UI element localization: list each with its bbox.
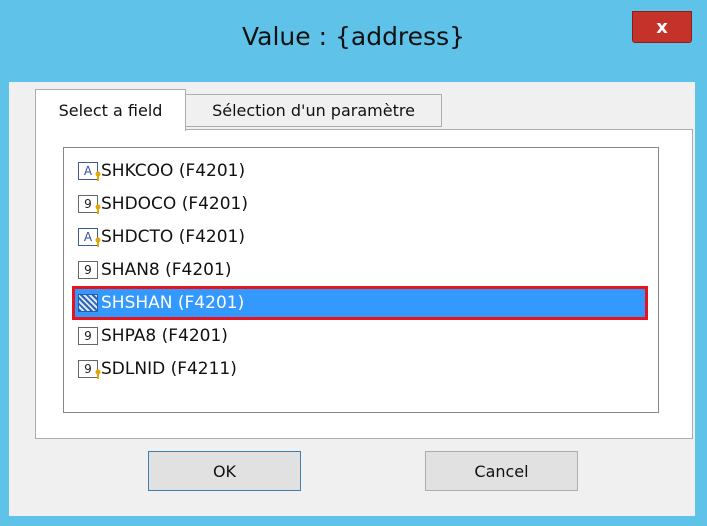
tab-select-a-field[interactable]: Select a field bbox=[35, 89, 186, 131]
field-label: SDLNID (F4211) bbox=[101, 359, 237, 379]
numeric-key-field-icon: 9 bbox=[78, 195, 101, 214]
list-item[interactable]: 9 SDLNID (F4211) bbox=[74, 354, 646, 384]
text-key-field-icon: A bbox=[78, 228, 101, 247]
field-label: SHDCTO (F4201) bbox=[101, 227, 246, 247]
list-item[interactable]: 9 SHPA8 (F4201) bbox=[74, 321, 646, 351]
text-key-field-icon: A bbox=[78, 162, 101, 181]
field-label: SHSHAN (F4201) bbox=[101, 293, 245, 313]
cancel-button[interactable]: Cancel bbox=[425, 451, 578, 491]
field-list[interactable]: A SHKCOO (F4201) 9 SHDOCO (F4201) A SHDC… bbox=[63, 147, 659, 413]
tab-selection-parametre[interactable]: Sélection d'un paramètre bbox=[185, 94, 442, 127]
numeric-field-icon: 9 bbox=[78, 261, 98, 279]
list-item[interactable]: A SHKCOO (F4201) bbox=[74, 156, 646, 186]
numeric-key-field-icon: 9 bbox=[78, 360, 101, 379]
numeric-field-icon: 9 bbox=[78, 327, 98, 345]
field-label: SHDOCO (F4201) bbox=[101, 194, 249, 214]
list-item-selected[interactable]: SHSHAN (F4201) bbox=[72, 286, 648, 320]
field-label: SHPA8 (F4201) bbox=[101, 326, 228, 346]
dialog-client-area: Select a field Sélection d'un paramètre … bbox=[9, 82, 695, 516]
field-label: SHKCOO (F4201) bbox=[101, 161, 246, 181]
title-bar[interactable]: Value : {address} x bbox=[0, 0, 707, 82]
dialog-window: Value : {address} x Select a field Sélec… bbox=[0, 0, 707, 526]
window-title: Value : {address} bbox=[242, 22, 465, 51]
close-icon: x bbox=[656, 16, 668, 38]
tab-panel: A SHKCOO (F4201) 9 SHDOCO (F4201) A SHDC… bbox=[35, 129, 693, 439]
list-item[interactable]: 9 SHDOCO (F4201) bbox=[74, 189, 646, 219]
pattern-field-icon bbox=[78, 294, 98, 312]
list-item[interactable]: A SHDCTO (F4201) bbox=[74, 222, 646, 252]
list-item[interactable]: 9 SHAN8 (F4201) bbox=[74, 255, 646, 285]
ok-button[interactable]: OK bbox=[148, 451, 301, 491]
field-label: SHAN8 (F4201) bbox=[101, 260, 232, 280]
close-button[interactable]: x bbox=[632, 11, 692, 43]
